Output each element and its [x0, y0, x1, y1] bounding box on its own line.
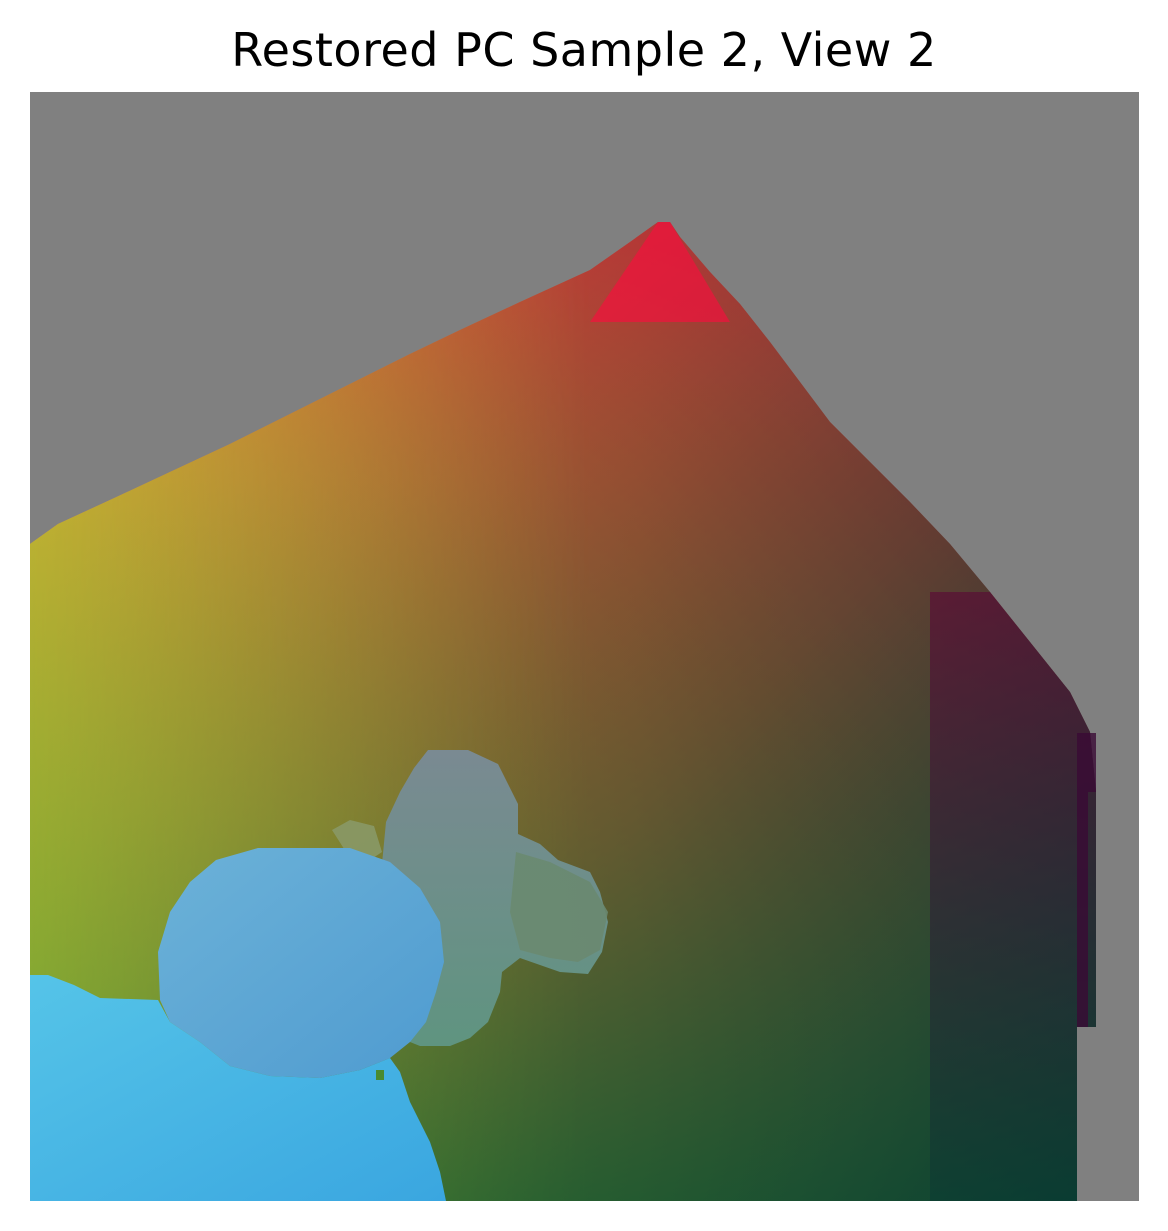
- point-cloud-render: [30, 92, 1139, 1201]
- green-notch: [376, 1070, 384, 1080]
- rendered-image-panel: [30, 92, 1139, 1201]
- figure-title: Restored PC Sample 2, View 2: [231, 23, 937, 77]
